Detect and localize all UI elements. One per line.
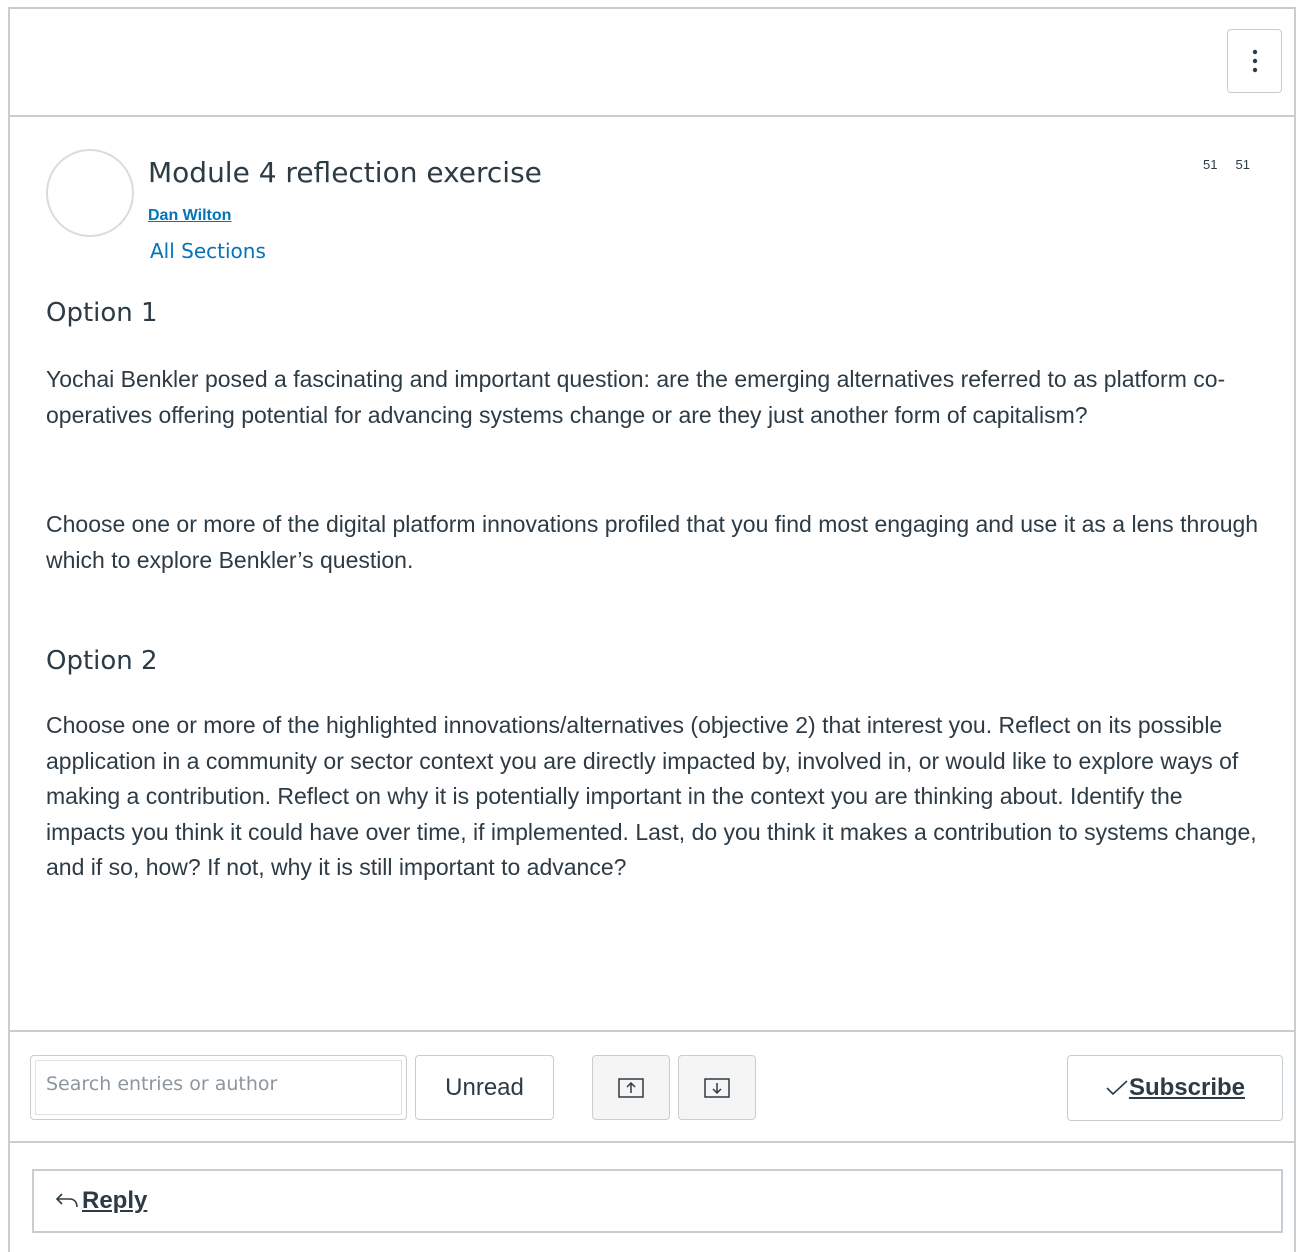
search-box	[30, 1055, 407, 1120]
arrow-up-icon	[618, 1077, 644, 1098]
option2-heading: Option 2	[46, 646, 158, 676]
topic-options-button[interactable]	[1227, 29, 1282, 93]
toolbar-top-divider	[10, 1030, 1294, 1032]
author-link[interactable]: Dan Wilton	[148, 207, 231, 225]
option1-paragraph-1: Yochai Benkler posed a fascinating and i…	[46, 366, 1226, 428]
reply-arrow-icon	[54, 1191, 80, 1211]
sort-ascending-button[interactable]	[592, 1055, 670, 1120]
reply-label: Reply	[82, 1187, 148, 1214]
option1-paragraph-2: Choose one or more of the digital platfo…	[46, 511, 1259, 573]
option2-paragraph: Choose one or more of the highlighted in…	[46, 712, 1257, 880]
sections-link[interactable]: All Sections	[150, 239, 266, 263]
toolbar-bottom-divider	[10, 1141, 1294, 1143]
arrow-down-icon	[704, 1077, 730, 1098]
topic-title: Module 4 reflection exercise	[148, 156, 542, 189]
checkmark-icon	[1105, 1079, 1129, 1097]
subscribe-label: Subscribe	[1128, 1074, 1246, 1101]
kebab-menu-icon	[1252, 49, 1257, 73]
subscribe-button[interactable]: Subscribe	[1067, 1055, 1283, 1121]
unread-filter-button[interactable]: Unread	[415, 1055, 554, 1120]
reply-button[interactable]: Reply	[32, 1169, 1283, 1233]
search-input[interactable]	[35, 1060, 402, 1115]
header-divider	[10, 115, 1294, 117]
option1-heading: Option 1	[46, 298, 158, 328]
sort-descending-button[interactable]	[678, 1055, 756, 1120]
entry-counts: 51 51	[1203, 157, 1250, 172]
author-avatar[interactable]	[46, 149, 134, 237]
count-a: 51	[1203, 157, 1218, 172]
unread-label: Unread	[445, 1073, 524, 1101]
count-b: 51	[1235, 157, 1250, 172]
